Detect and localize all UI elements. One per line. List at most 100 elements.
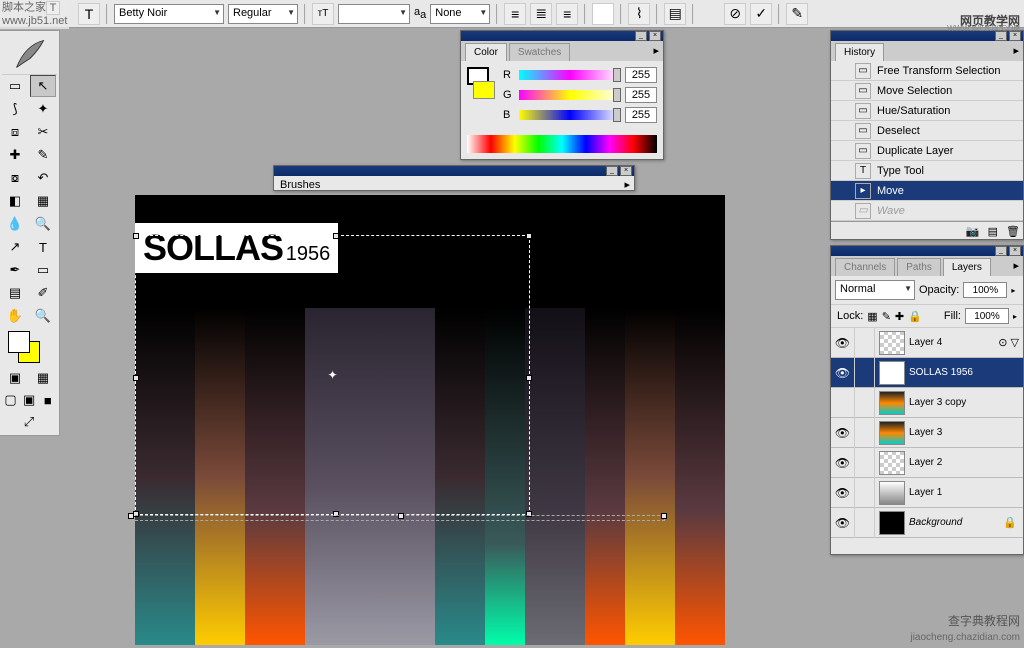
layer-name-label[interactable]: Layer 2	[909, 457, 1023, 468]
history-item[interactable]: TType Tool	[831, 161, 1023, 181]
screen-standard-icon[interactable]: ▢	[2, 389, 19, 411]
eyedropper-tool[interactable]: ✐	[30, 282, 56, 304]
hand-tool[interactable]: ✋	[2, 305, 28, 327]
fill-input[interactable]	[965, 308, 1009, 324]
color-picker[interactable]	[2, 327, 57, 367]
cancel-icon[interactable]: ⊘	[724, 3, 746, 25]
zoom-tool[interactable]: 🔍	[30, 305, 56, 327]
type-tool[interactable]: T	[30, 236, 56, 258]
font-style-dropdown[interactable]: Regular	[228, 4, 298, 24]
brushes-panel-titlebar[interactable]: _ ×	[274, 166, 634, 176]
slice-tool[interactable]: ✂	[30, 121, 56, 143]
panel-menu-icon[interactable]: ▸	[653, 44, 659, 57]
tab-color[interactable]: Color	[465, 43, 507, 61]
minimize-icon[interactable]: _	[995, 246, 1007, 256]
opacity-arrow-icon[interactable]: ▸	[1011, 286, 1015, 295]
move-tool[interactable]: ↖	[30, 75, 56, 97]
tab-paths[interactable]: Paths	[897, 258, 941, 276]
shape-tool[interactable]: ▭	[30, 259, 56, 281]
layer-item[interactable]: Layer 3 copy	[831, 388, 1023, 418]
brushes-tab[interactable]: Brushes	[280, 179, 320, 191]
layer-item[interactable]: 👁 T SOLLAS 1956	[831, 358, 1023, 388]
layer-item[interactable]: 👁Layer 3	[831, 418, 1023, 448]
close-icon[interactable]: ×	[649, 31, 661, 41]
layer-name-label[interactable]: Layer 3 copy	[909, 397, 1023, 408]
align-right-icon[interactable]: ≡	[556, 3, 578, 25]
b-input[interactable]	[625, 107, 657, 123]
align-left-icon[interactable]: ≡	[504, 3, 526, 25]
jump-to-imageready-icon[interactable]: ⤢	[2, 411, 56, 433]
palettes-icon[interactable]: ▤	[664, 3, 686, 25]
visibility-toggle-icon[interactable]: 👁	[831, 448, 855, 478]
b-slider[interactable]	[519, 110, 621, 120]
tab-channels[interactable]: Channels	[835, 258, 895, 276]
panel-menu-icon[interactable]: ▸	[1013, 259, 1019, 272]
history-brush-tool[interactable]: ↶	[30, 167, 56, 189]
visibility-toggle-icon[interactable]: 👁	[831, 478, 855, 508]
layer-thumbnail[interactable]	[879, 481, 905, 505]
layer-thumbnail[interactable]	[879, 391, 905, 415]
quickmask-mode-icon[interactable]: ▦	[30, 367, 56, 389]
blur-tool[interactable]: 💧	[2, 213, 28, 235]
layer-thumbnail[interactable]	[879, 331, 905, 355]
history-item[interactable]: ▭Move Selection	[831, 81, 1023, 101]
layer-link-area[interactable]	[855, 358, 875, 388]
history-item[interactable]: ▭Wave	[831, 201, 1023, 221]
tab-history[interactable]: History	[835, 43, 884, 61]
commit-icon[interactable]: ✓	[750, 3, 772, 25]
panel-menu-icon[interactable]: ▸	[1013, 44, 1019, 57]
color-panel-titlebar[interactable]: _ ×	[461, 31, 663, 41]
align-center-icon[interactable]: ≣	[530, 3, 552, 25]
lock-transparency-icon[interactable]: ▦	[867, 310, 877, 323]
heal-tool[interactable]: ✚	[2, 144, 28, 166]
tab-layers[interactable]: Layers	[943, 258, 991, 276]
close-icon[interactable]: ×	[1009, 246, 1021, 256]
new-document-icon[interactable]: ▤	[988, 225, 998, 238]
layer-fx-icon[interactable]: ⊙ ▽	[998, 336, 1019, 349]
layer-item[interactable]: 👁Layer 4⊙ ▽	[831, 328, 1023, 358]
new-snapshot-icon[interactable]: 📷	[966, 225, 980, 238]
g-slider[interactable]	[519, 90, 621, 100]
lock-all-icon[interactable]: 🔒	[908, 310, 922, 323]
visibility-toggle-icon[interactable]: 👁	[831, 358, 855, 388]
history-item[interactable]: ▭Hue/Saturation	[831, 101, 1023, 121]
gradient-tool[interactable]: ▦	[30, 190, 56, 212]
layer-name-label[interactable]: SOLLAS 1956	[909, 367, 1023, 378]
layer-link-area[interactable]	[855, 478, 875, 508]
layer-link-area[interactable]	[855, 328, 875, 358]
g-input[interactable]	[625, 87, 657, 103]
minimize-icon[interactable]: _	[606, 166, 618, 176]
panel-bg-swatch[interactable]	[473, 81, 495, 99]
layer-link-area[interactable]	[855, 448, 875, 478]
fill-arrow-icon[interactable]: ▸	[1013, 312, 1017, 321]
layer-item[interactable]: 👁 Layer 2	[831, 448, 1023, 478]
crop-tool[interactable]: ⧈	[2, 121, 28, 143]
tab-swatches[interactable]: Swatches	[509, 43, 570, 61]
layer-link-area[interactable]	[855, 388, 875, 418]
close-icon[interactable]: ×	[620, 166, 632, 176]
panel-menu-icon[interactable]: ▸	[624, 178, 630, 191]
layer-item[interactable]: 👁 Layer 1	[831, 478, 1023, 508]
layer-link-area[interactable]	[855, 508, 875, 538]
pen-tool[interactable]: ✒	[2, 259, 28, 281]
layer-name-label[interactable]: Background	[909, 517, 1003, 528]
delete-state-icon[interactable]: 🗑	[1006, 225, 1020, 238]
anti-alias-dropdown[interactable]: None	[430, 4, 490, 24]
r-input[interactable]	[625, 67, 657, 83]
font-family-dropdown[interactable]: Betty Noir	[114, 4, 224, 24]
path-select-tool[interactable]: ↗	[2, 236, 28, 258]
eraser-tool[interactable]: ◧	[2, 190, 28, 212]
lock-position-icon[interactable]: ✚	[895, 310, 904, 323]
stamp-tool[interactable]: ⧇	[2, 167, 28, 189]
layer-thumbnail[interactable]	[879, 451, 905, 475]
visibility-toggle-icon[interactable]: 👁	[831, 418, 855, 448]
r-slider[interactable]	[519, 70, 621, 80]
foreground-color-swatch[interactable]	[8, 331, 30, 353]
layer-thumbnail[interactable]: T	[879, 361, 905, 385]
history-item[interactable]: ▭Free Transform Selection	[831, 61, 1023, 81]
font-size-dropdown[interactable]	[338, 4, 410, 24]
dodge-tool[interactable]: 🔍	[30, 213, 56, 235]
color-ramp[interactable]	[467, 135, 657, 153]
document-canvas[interactable]: SOLLAS 1956 ✦	[135, 195, 725, 645]
layer-name-label[interactable]: Layer 1	[909, 487, 1023, 498]
